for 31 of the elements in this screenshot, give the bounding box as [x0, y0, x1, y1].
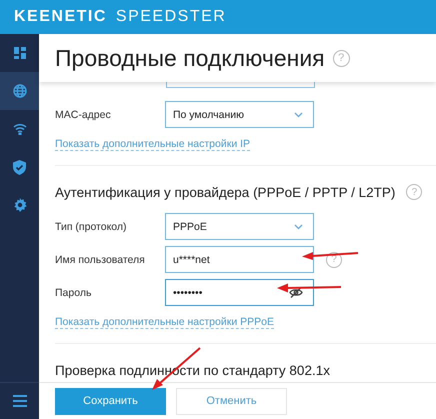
help-button[interactable]: ?: [332, 50, 350, 66]
page-title: Проводные подключения: [55, 44, 325, 72]
show-settings-link[interactable]: Показать дополнительные настройки IP: [55, 138, 250, 151]
annotation-arrow: [277, 284, 342, 292]
field-label: Пароль: [55, 286, 92, 298]
input-field[interactable]: [166, 82, 315, 88]
settings-icon: [12, 198, 26, 212]
password-field[interactable]: ••••••••: [165, 279, 314, 306]
cancel-button[interactable]: Отменить: [176, 388, 287, 414]
annotation-arrow: [302, 252, 358, 260]
sidebar-item[interactable]: [0, 72, 39, 110]
chevron-icon: [294, 224, 303, 230]
help-button[interactable]: ?: [406, 184, 422, 200]
dropdown[interactable]: PPPoE: [165, 213, 314, 240]
dropdown[interactable]: По умолчанию: [165, 101, 314, 128]
globe-icon: [12, 84, 26, 98]
section-heading: Аутентификация у провайдера (PPPoE / PPTP / L2TP): [55, 184, 396, 200]
field-label: Тип (протокол): [55, 220, 128, 232]
eye-slash-icon[interactable]: [289, 287, 303, 298]
menu-icon[interactable]: [12, 395, 26, 407]
product-name: SPEEDSTER: [116, 8, 226, 26]
input-field[interactable]: u****net: [165, 246, 314, 273]
field-label: MAC-адрес: [55, 108, 112, 120]
dashboard-icon: [14, 47, 26, 59]
save-button[interactable]: Сохранить: [55, 388, 166, 414]
wifi-icon: [12, 123, 26, 135]
shield-icon: [13, 160, 26, 174]
field-label: Имя пользователя: [55, 254, 146, 266]
brand-logo: KEENETIC: [14, 8, 107, 26]
show-settings-link[interactable]: Показать дополнительные настройки PPPoE: [55, 316, 274, 329]
chevron-icon: [294, 112, 303, 118]
